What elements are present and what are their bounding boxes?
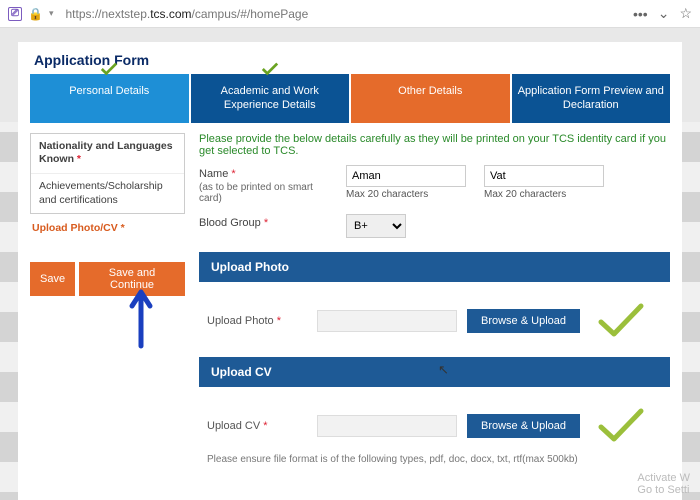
check-icon [100,62,118,80]
label-text: Name [199,168,228,180]
required-mark: * [231,168,235,180]
sidebar-upload-link[interactable]: Upload Photo/CV * [30,216,185,244]
instruction-text: Please provide the below details careful… [199,133,670,157]
sidebar-item-nationality[interactable]: Nationality and Languages Known * [31,134,184,173]
check-icon [261,62,279,80]
required-mark: * [121,222,125,234]
url-display[interactable]: https://nextstep.tcs.com/campus/#/homePa… [59,5,627,23]
upload-cv-label: Upload CV * [207,420,307,432]
save-button[interactable]: Save [30,262,75,296]
first-name-input[interactable] [346,165,466,187]
upload-photo-banner: Upload Photo [199,252,670,282]
cursor-icon: ↖ [438,362,449,378]
name-label: Name * (as to be printed on smart card) [199,165,334,204]
required-mark: * [77,153,81,165]
dropdown-icon[interactable]: ▾ [49,8,54,19]
tab-label: Academic and Work Experience Details [221,85,319,111]
tab-label: Application Form Preview and Declaration [518,85,664,111]
arrow-annotation [126,286,156,354]
required-mark: * [277,315,281,327]
label-text: Upload Photo [207,315,274,327]
sidebar-item-achievements[interactable]: Achievements/Scholarship and certificati… [31,173,184,213]
sidebar-item-label: Achievements/Scholarship and certificati… [39,180,163,206]
shield-icon: ⎚ [8,7,22,21]
check-icon [596,300,646,343]
tab-label: Personal Details [69,85,149,97]
url-path: /campus/#/homePage [192,7,309,21]
required-mark: * [264,217,268,229]
check-icon [596,405,646,448]
hint-text: Max 20 characters [484,189,604,200]
page-title: Application Form [34,52,670,68]
hint-text: Max 20 characters [346,189,466,200]
upload-photo-label: Upload Photo * [207,315,307,327]
tab-personal-details[interactable]: Personal Details [30,74,189,123]
required-mark: * [263,420,267,432]
photo-file-input[interactable] [317,310,457,332]
tab-academic-work[interactable]: Academic and Work Experience Details [191,74,350,123]
watermark-left [0,122,18,500]
watermark-right [682,122,700,500]
browser-address-bar: ⎚ 🔒 ▾ https://nextstep.tcs.com/campus/#/… [0,0,700,28]
label-sub: (as to be printed on smart card) [199,182,334,204]
blood-group-label: Blood Group * [199,214,334,229]
tab-label: Other Details [398,85,462,97]
browse-upload-cv-button[interactable]: Browse & Upload [467,414,580,438]
lock-icon: 🔒 [28,7,43,21]
bookmark-icon[interactable]: ☆ [679,5,692,22]
sidebar-link-label: Upload Photo/CV [32,222,118,234]
activate-windows-watermark: Activate W Go to Setti [637,472,690,496]
pocket-icon[interactable]: ⌄ [658,5,670,22]
more-icon[interactable]: ••• [633,6,648,22]
tab-other-details[interactable]: Other Details [351,74,510,123]
url-prefix: https://nextstep. [65,7,150,21]
browse-upload-photo-button[interactable]: Browse & Upload [467,309,580,333]
last-name-input[interactable] [484,165,604,187]
cv-file-input[interactable] [317,415,457,437]
step-tabs: Personal Details Academic and Work Exper… [30,74,670,123]
tab-preview-declaration[interactable]: Application Form Preview and Declaration [512,74,671,123]
url-host: tcs.com [150,7,191,21]
file-format-hint: Please ensure file format is of the foll… [207,454,670,465]
label-text: Blood Group [199,217,261,229]
sidebar-item-label: Nationality and Languages Known [39,140,173,166]
blood-group-select[interactable]: B+ [346,214,406,238]
upload-cv-banner: Upload CV [199,357,670,387]
sidebar-menu: Nationality and Languages Known * Achiev… [30,133,185,215]
label-text: Upload CV [207,420,260,432]
